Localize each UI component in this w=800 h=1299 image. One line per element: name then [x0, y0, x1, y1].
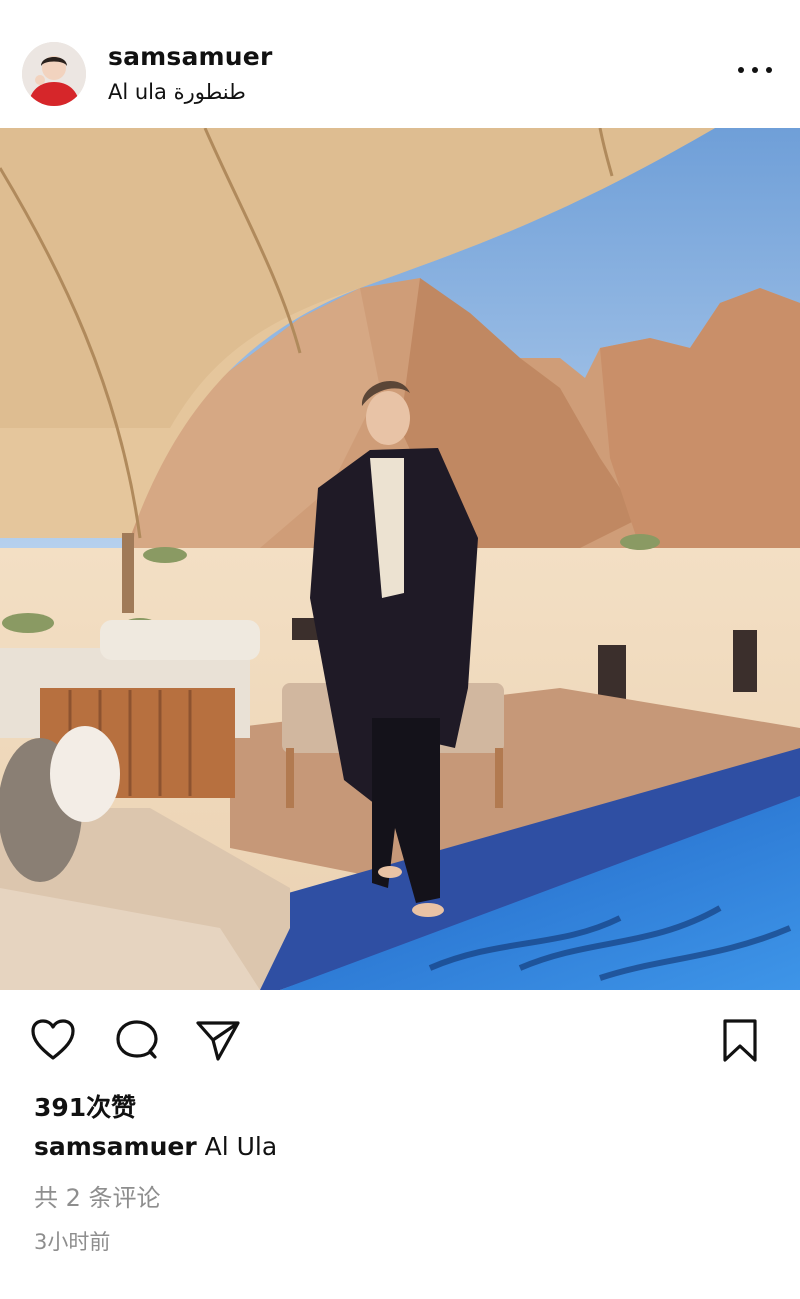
caption-text: Al Ula	[204, 1132, 278, 1161]
heart-icon[interactable]	[30, 1018, 76, 1066]
more-horizontal-icon[interactable]	[738, 60, 772, 80]
bookmark-icon[interactable]	[720, 1018, 760, 1068]
comment-icon[interactable]	[114, 1018, 160, 1068]
send-icon[interactable]	[194, 1018, 242, 1066]
avatar[interactable]	[22, 42, 86, 106]
caption-username[interactable]: samsamuer	[34, 1132, 197, 1161]
caption: samsamuer Al Ula	[34, 1132, 277, 1161]
view-comments-link[interactable]: 共 2 条评论	[34, 1178, 161, 1213]
post-time: 3小时前	[34, 1230, 111, 1254]
post-photo[interactable]	[0, 128, 800, 990]
post-photo-image	[0, 128, 800, 990]
location[interactable]: Al ula طنطورة	[108, 80, 246, 104]
likes-count[interactable]: 391次赞	[34, 1088, 136, 1124]
avatar-image	[22, 42, 86, 106]
action-bar	[0, 1010, 800, 1070]
post-header: samsamuer Al ula طنطورة	[0, 0, 800, 128]
username[interactable]: samsamuer	[108, 42, 272, 71]
